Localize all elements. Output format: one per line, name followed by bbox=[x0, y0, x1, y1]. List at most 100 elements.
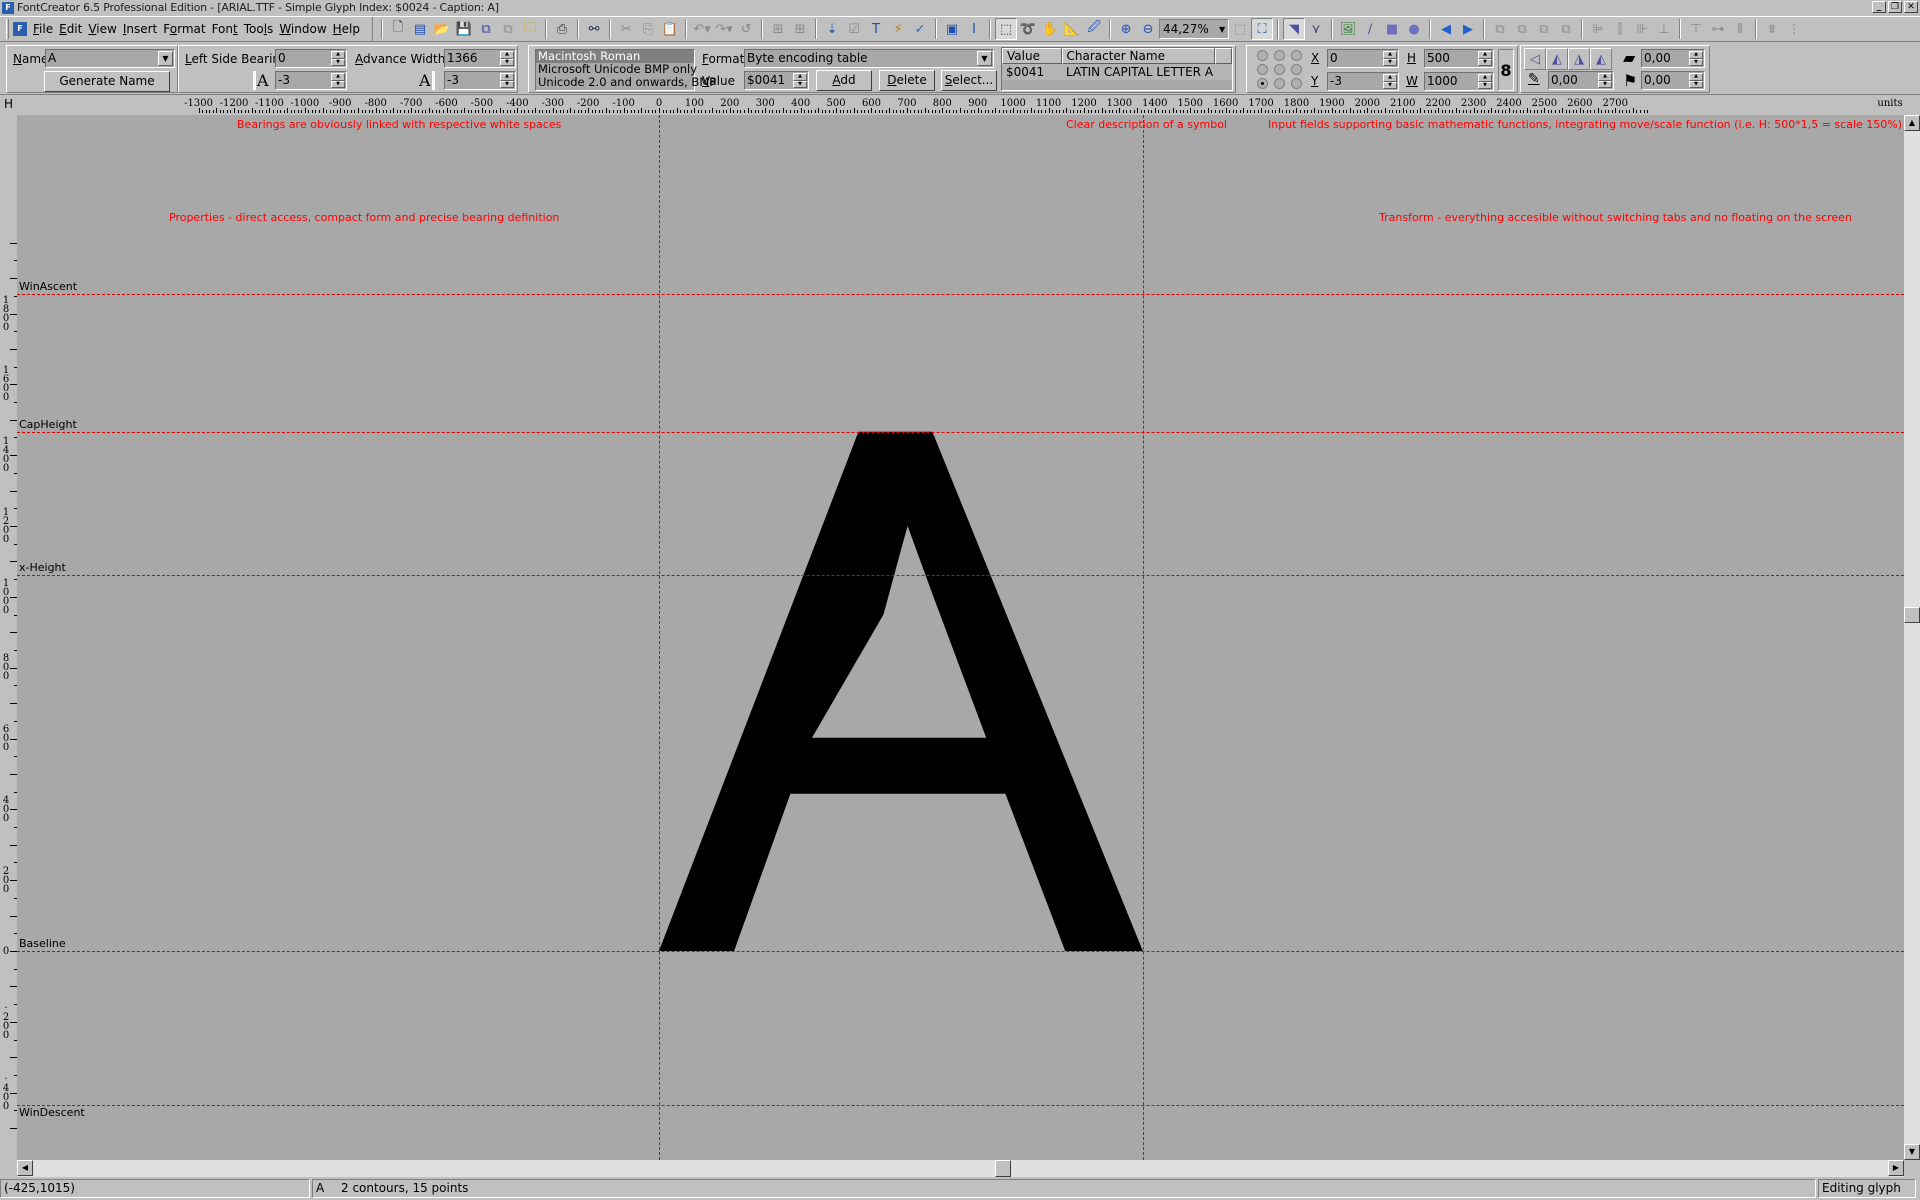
glyph-outline[interactable] bbox=[17, 115, 1904, 1160]
previous-glyph-icon[interactable]: ◀ bbox=[1435, 18, 1457, 40]
contour-intersect-icon[interactable]: ⧉ bbox=[1533, 18, 1555, 40]
menu-font[interactable]: Font bbox=[212, 22, 244, 36]
anchor-top-center[interactable] bbox=[1274, 50, 1285, 61]
name-combo[interactable]: A ▼ bbox=[45, 49, 175, 68]
rotate-left-button[interactable]: ◮ bbox=[1568, 48, 1590, 70]
background-image-icon[interactable]: 🖼 bbox=[1337, 18, 1359, 40]
column-character-name[interactable]: Character Name bbox=[1061, 48, 1216, 64]
zoom-out-icon[interactable]: ⊖ bbox=[1137, 18, 1159, 40]
chevron-down-icon[interactable]: ▼ bbox=[158, 51, 173, 66]
rotate-spinner[interactable]: ▲ ▼ bbox=[1689, 73, 1703, 88]
glyph-edit-canvas[interactable]: WinAscent CapHeight x-Height Baseline WinDes… bbox=[17, 115, 1904, 1160]
zoom-fit-icon[interactable]: ⬚ bbox=[1229, 18, 1251, 40]
h-spinner[interactable]: ▲ ▼ bbox=[1478, 51, 1492, 66]
menu-window[interactable]: Window bbox=[279, 22, 332, 36]
advance-width-spinner[interactable]: ▲ ▼ bbox=[500, 51, 514, 66]
scroll-right-button[interactable]: ▶ bbox=[1888, 1160, 1904, 1176]
add-button[interactable]: Add bbox=[816, 70, 872, 91]
lsb-offset-input[interactable]: -3 ▲ ▼ bbox=[275, 71, 347, 90]
mirror-button[interactable]: ◭ bbox=[1546, 48, 1568, 70]
point-tool-icon[interactable]: ⋎ bbox=[1305, 18, 1327, 40]
left-side-bearing-line[interactable] bbox=[659, 115, 660, 1160]
delete-button[interactable]: Delete bbox=[879, 70, 935, 91]
menu-format[interactable]: Format bbox=[163, 22, 211, 36]
open-icon[interactable]: 📂 bbox=[431, 18, 453, 40]
hand-icon[interactable]: ✋ bbox=[1039, 18, 1061, 40]
validate-icon[interactable]: ☑ bbox=[843, 18, 865, 40]
aw-offset-input[interactable]: -3 ▲ ▼ bbox=[444, 71, 516, 90]
save-icon[interactable]: 💾 bbox=[453, 18, 475, 40]
sort-icon[interactable]: ⇣ bbox=[821, 18, 843, 40]
character-list[interactable]: Value Character Name $0041 LATIN CAPITAL… bbox=[1001, 47, 1233, 91]
value-spinner[interactable]: ▲ ▼ bbox=[793, 73, 807, 88]
anchor-top-right[interactable] bbox=[1291, 50, 1302, 61]
redo-icon[interactable]: ↷▾ bbox=[713, 18, 735, 40]
rectangle-icon[interactable]: ■ bbox=[1381, 18, 1403, 40]
print-icon[interactable]: ⎙ bbox=[551, 18, 573, 40]
chevron-down-icon[interactable]: ▼ bbox=[977, 51, 992, 66]
scroll-up-button[interactable]: ▲ bbox=[1904, 115, 1920, 131]
menu-help[interactable]: Help bbox=[333, 22, 366, 36]
undo-icon[interactable]: ↶▾ bbox=[691, 18, 713, 40]
guide-line-winascent[interactable] bbox=[17, 294, 1904, 296]
preview-icon[interactable]: ▣ bbox=[941, 18, 963, 40]
vertical-ruler[interactable]: 1 8 0 0 1 6 0 0 1 4 0 0 1 2 0 0 1 0 0 0 8 0 0 6 0 0 4 0 0 2 0 0 0 · 2 0 0 · 4 0… bbox=[0, 115, 17, 1160]
encoding-list[interactable]: Macintosh Roman Microsoft Unicode BMP on… bbox=[535, 49, 716, 91]
copy-to-icon[interactable]: ⧉ bbox=[497, 18, 519, 40]
select-button[interactable]: Select... bbox=[941, 70, 997, 91]
check-icon[interactable]: ✓ bbox=[909, 18, 931, 40]
copy-icon[interactable]: ⎘ bbox=[637, 18, 659, 40]
anchor-middle-center[interactable] bbox=[1274, 64, 1285, 75]
contour-exclude-icon[interactable]: ⧉ bbox=[1555, 18, 1577, 40]
slant-spinner[interactable]: ▲ ▼ bbox=[1598, 73, 1612, 88]
table-row[interactable]: $0041 LATIN CAPITAL LETTER A bbox=[1002, 64, 1232, 80]
zoom-level-combo[interactable]: 44,27% ▼ bbox=[1159, 19, 1230, 39]
lsb-spinner[interactable]: ▲ ▼ bbox=[331, 51, 345, 66]
insert-character-icon[interactable]: ⊞ bbox=[789, 18, 811, 40]
restore-button[interactable]: ❐ bbox=[1888, 1, 1902, 13]
anchor-top-left[interactable] bbox=[1257, 50, 1268, 61]
save-all-icon[interactable]: ⧉ bbox=[475, 18, 497, 40]
y-spinner[interactable]: ▲ ▼ bbox=[1383, 74, 1397, 89]
lasso-icon[interactable]: ➰ bbox=[1017, 18, 1039, 40]
document-icon[interactable]: F bbox=[13, 22, 27, 36]
horizontal-scrollbar[interactable]: ◀ ▶ bbox=[17, 1160, 1904, 1177]
guide-line-windescent[interactable] bbox=[17, 1104, 1904, 1106]
rotate-right-button[interactable]: ◭ bbox=[1590, 48, 1612, 70]
h-input[interactable]: 500 ▲ ▼ bbox=[1424, 49, 1494, 68]
guide-line-capheight[interactable] bbox=[17, 431, 1904, 433]
revert-icon[interactable]: ↺ bbox=[735, 18, 757, 40]
measure-icon[interactable]: 📐 bbox=[1061, 18, 1083, 40]
anchor-middle-left[interactable] bbox=[1257, 64, 1268, 75]
align-top-icon[interactable]: ⊤ bbox=[1685, 18, 1707, 40]
italic-angle-input[interactable]: 0,00 ▲ ▼ bbox=[1641, 49, 1705, 68]
lsb-offset-spinner[interactable]: ▲ ▼ bbox=[331, 73, 345, 88]
guide-line-baseline[interactable] bbox=[17, 951, 1904, 952]
ellipse-icon[interactable]: ● bbox=[1403, 18, 1425, 40]
y-input[interactable]: -3 ▲ ▼ bbox=[1327, 72, 1399, 91]
italic-angle-spinner[interactable]: ▲ ▼ bbox=[1689, 51, 1703, 66]
next-glyph-icon[interactable]: ▶ bbox=[1457, 18, 1479, 40]
align-middle-icon[interactable]: ⊶ bbox=[1707, 18, 1729, 40]
guide-line-x-height[interactable] bbox=[17, 574, 1904, 576]
column-value[interactable]: Value bbox=[1002, 48, 1062, 64]
paste-icon[interactable]: 📋 bbox=[659, 18, 681, 40]
chevron-down-icon[interactable]: ▼ bbox=[1216, 25, 1228, 34]
menu-view[interactable]: View bbox=[88, 22, 122, 36]
menu-grip[interactable] bbox=[6, 19, 9, 39]
zoom-in-icon[interactable]: ⊕ bbox=[1115, 18, 1137, 40]
align-left-icon[interactable]: ⊫ bbox=[1587, 18, 1609, 40]
insert-glyph-icon[interactable]: ⊞ bbox=[767, 18, 789, 40]
align-center-icon[interactable]: ⫿ bbox=[1609, 18, 1631, 40]
auto-fix-icon[interactable]: ⚡ bbox=[887, 18, 909, 40]
align-right-icon[interactable]: ⊪ bbox=[1631, 18, 1653, 40]
knife-icon[interactable]: 🖉 bbox=[1083, 18, 1105, 40]
value-input[interactable]: $0041 ▲ ▼ bbox=[744, 71, 809, 90]
lsb-input[interactable]: 0 ▲ ▼ bbox=[275, 49, 347, 68]
anchor-bottom-right[interactable] bbox=[1291, 78, 1302, 89]
contour-union-icon[interactable]: ⧉ bbox=[1489, 18, 1511, 40]
font-properties-icon[interactable]: ▤ bbox=[409, 18, 431, 40]
w-input[interactable]: 1000 ▲ ▼ bbox=[1424, 72, 1494, 91]
align-bottom-icon[interactable]: ⊥ bbox=[1653, 18, 1675, 40]
contour-subtract-icon[interactable]: ⧉ bbox=[1511, 18, 1533, 40]
